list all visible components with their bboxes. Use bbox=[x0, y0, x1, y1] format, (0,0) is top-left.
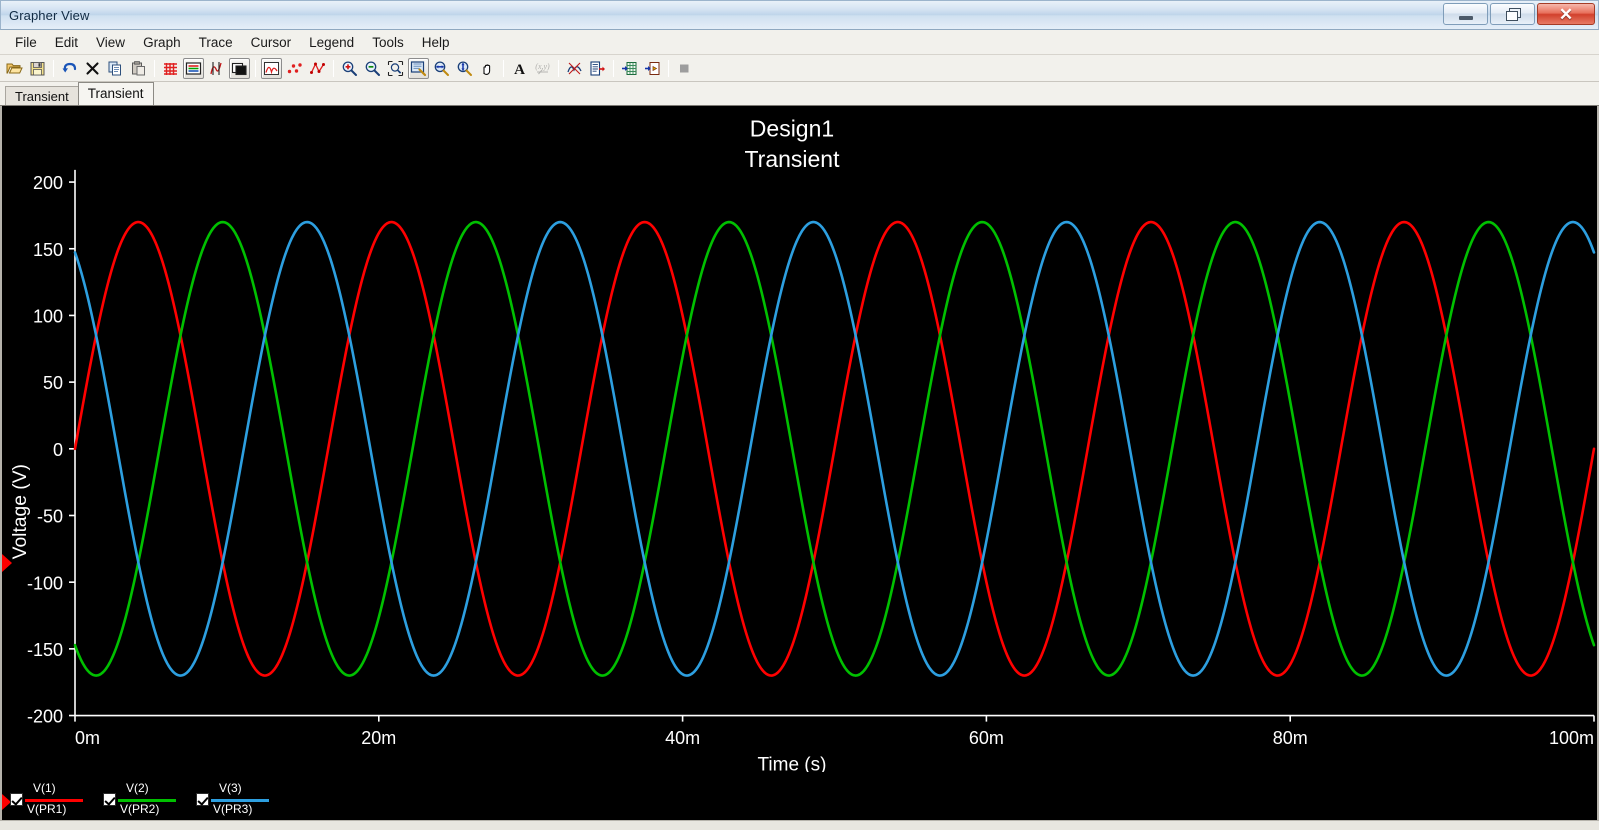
x-tick-label: 60m bbox=[969, 728, 1004, 748]
legend-name-v1: V(1) bbox=[33, 781, 56, 795]
x-tick-label: 100m bbox=[1549, 728, 1594, 748]
legend-checkbox-v3[interactable] bbox=[196, 793, 209, 806]
coordinates-icon[interactable]: (x,y) bbox=[532, 58, 553, 79]
window-title: Grapher View bbox=[1, 8, 89, 23]
legend-node-v1: V(PR1) bbox=[27, 802, 66, 816]
y-tick-label: 100 bbox=[33, 306, 63, 326]
trace-properties-icon[interactable] bbox=[564, 58, 585, 79]
zoom-fit-icon[interactable] bbox=[408, 58, 429, 79]
y-tick-label: 0 bbox=[53, 440, 63, 460]
y-tick-label: -200 bbox=[27, 707, 63, 727]
grid-icon[interactable] bbox=[160, 58, 181, 79]
legend-checkbox-v2[interactable] bbox=[103, 793, 116, 806]
legend-labels-v1: V(1) V(PR1) bbox=[25, 782, 87, 816]
cursor-icon[interactable] bbox=[206, 58, 227, 79]
menu-item-cursor[interactable]: Cursor bbox=[242, 32, 301, 53]
x-tick-label: 80m bbox=[1273, 728, 1308, 748]
title-bar: Grapher View ✕ bbox=[0, 0, 1599, 30]
paste-icon[interactable] bbox=[128, 58, 149, 79]
zoom-horizontal-icon[interactable] bbox=[431, 58, 452, 79]
line-marker-plot-icon[interactable] bbox=[307, 58, 328, 79]
graph-canvas[interactable]: Design1 Transient -200 -150 -100 -50 0 50 100 1… bbox=[0, 106, 1599, 820]
plot-title: Design1 bbox=[750, 115, 834, 141]
svg-text:A: A bbox=[514, 62, 525, 77]
legend-labels-v3: V(3) V(PR3) bbox=[211, 782, 273, 816]
toolbar-separator bbox=[255, 60, 256, 77]
y-tick-label: 150 bbox=[33, 240, 63, 260]
transient-plot: Design1 Transient -200 -150 -100 -50 0 50 100 1… bbox=[2, 106, 1597, 820]
toolbar: A (x,y) bbox=[0, 55, 1599, 82]
toolbar-separator bbox=[53, 60, 54, 77]
toolbar-separator bbox=[503, 60, 504, 77]
legend-name-v2: V(2) bbox=[126, 781, 149, 795]
legend-node-v3: V(PR3) bbox=[213, 802, 252, 816]
x-tick-label: 40m bbox=[665, 728, 700, 748]
close-icon: ✕ bbox=[1559, 6, 1573, 23]
scatter-plot-icon[interactable] bbox=[284, 58, 305, 79]
stop-icon[interactable] bbox=[674, 58, 695, 79]
toolbar-separator bbox=[333, 60, 334, 77]
plot-legend: V(1) V(PR1) V(2) V(PR2) V(3) V(PR bbox=[2, 772, 1597, 820]
y-tick-label: 50 bbox=[43, 373, 63, 393]
restore-icon bbox=[1506, 8, 1519, 20]
line-plot-icon[interactable] bbox=[261, 58, 282, 79]
y-tick-label: -150 bbox=[27, 640, 63, 660]
y-tick-label: 200 bbox=[33, 173, 63, 193]
menu-item-graph[interactable]: Graph bbox=[134, 32, 190, 53]
legend-checkbox-v1[interactable] bbox=[10, 793, 23, 806]
reverse-colors-icon[interactable] bbox=[229, 58, 250, 79]
toolbar-separator bbox=[558, 60, 559, 77]
menu-item-edit[interactable]: Edit bbox=[46, 32, 87, 53]
minimize-icon bbox=[1459, 16, 1473, 20]
zoom-region-icon[interactable] bbox=[385, 58, 406, 79]
toolbar-separator bbox=[668, 60, 669, 77]
export-data-icon[interactable] bbox=[587, 58, 608, 79]
window-controls: ✕ bbox=[1443, 3, 1595, 25]
x-tick-label: 20m bbox=[361, 728, 396, 748]
legend-entry-v2[interactable]: V(2) V(PR2) bbox=[103, 782, 180, 816]
y-tick-label: -100 bbox=[27, 573, 63, 593]
open-icon[interactable] bbox=[4, 58, 25, 79]
svg-text:(x,y): (x,y) bbox=[535, 62, 550, 71]
text-icon[interactable]: A bbox=[509, 58, 530, 79]
y-axis-cursor-marker[interactable] bbox=[2, 554, 12, 572]
close-button[interactable]: ✕ bbox=[1537, 3, 1595, 25]
grapher-view-window: Grapher View ✕ File Edit View Graph Trac… bbox=[0, 0, 1599, 830]
x-tick-label: 0m bbox=[75, 728, 100, 748]
plot-subtitle: Transient bbox=[745, 146, 841, 172]
delete-icon[interactable] bbox=[82, 58, 103, 79]
zoom-vertical-icon[interactable] bbox=[454, 58, 475, 79]
menu-bar: File Edit View Graph Trace Cursor Legend… bbox=[0, 30, 1599, 55]
menu-item-tools[interactable]: Tools bbox=[363, 32, 413, 53]
legend-labels-v2: V(2) V(PR2) bbox=[118, 782, 180, 816]
tab-transient-2[interactable]: Transient bbox=[78, 82, 154, 105]
y-tick-label: -50 bbox=[37, 506, 63, 526]
toolbar-separator bbox=[613, 60, 614, 77]
legend-entry-v1[interactable]: V(1) V(PR1) bbox=[10, 782, 87, 816]
zoom-out-icon[interactable] bbox=[362, 58, 383, 79]
undo-icon[interactable] bbox=[59, 58, 80, 79]
legend-name-v3: V(3) bbox=[219, 781, 242, 795]
save-icon[interactable] bbox=[27, 58, 48, 79]
toolbar-separator bbox=[154, 60, 155, 77]
tab-transient-1[interactable]: Transient bbox=[5, 86, 79, 105]
menu-item-legend[interactable]: Legend bbox=[300, 32, 363, 53]
zoom-in-icon[interactable] bbox=[339, 58, 360, 79]
to-excel-icon[interactable] bbox=[619, 58, 640, 79]
to-labview-icon[interactable] bbox=[642, 58, 663, 79]
y-axis-label: Voltage (V) bbox=[10, 464, 31, 559]
restore-button[interactable] bbox=[1490, 3, 1535, 25]
menu-item-help[interactable]: Help bbox=[413, 32, 459, 53]
menu-item-view[interactable]: View bbox=[87, 32, 134, 53]
menu-item-file[interactable]: File bbox=[6, 32, 46, 53]
status-bar bbox=[0, 820, 1599, 830]
legend-icon[interactable] bbox=[183, 58, 204, 79]
legend-node-v2: V(PR2) bbox=[120, 802, 159, 816]
menu-item-trace[interactable]: Trace bbox=[190, 32, 242, 53]
tab-strip: Transient Transient bbox=[0, 82, 1599, 106]
copy-icon[interactable] bbox=[105, 58, 126, 79]
pan-icon[interactable] bbox=[477, 58, 498, 79]
minimize-button[interactable] bbox=[1443, 3, 1488, 25]
legend-entry-v3[interactable]: V(3) V(PR3) bbox=[196, 782, 273, 816]
